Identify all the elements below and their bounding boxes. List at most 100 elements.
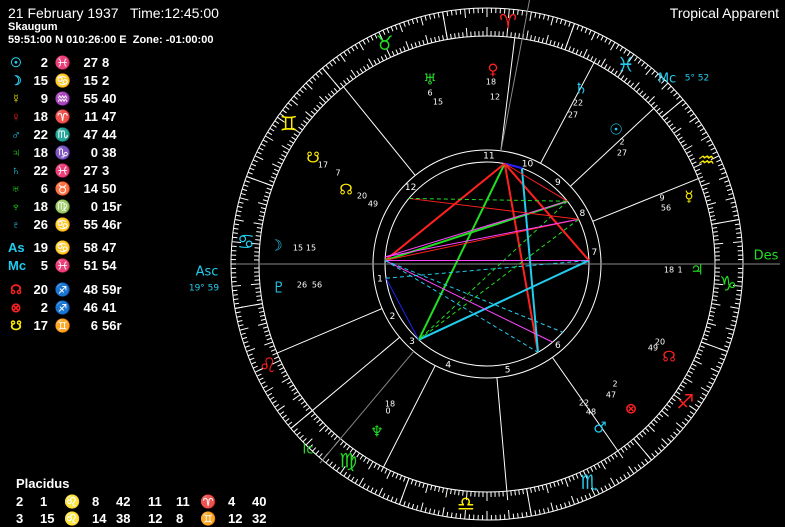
sign-boundary xyxy=(633,438,652,461)
degree-tick xyxy=(264,341,273,346)
degree-tick xyxy=(712,231,718,233)
house-number: 7 xyxy=(592,248,598,258)
degree-tick xyxy=(399,475,403,481)
degree-tick xyxy=(415,505,419,511)
planet-degree: 15 xyxy=(293,244,303,253)
degree-tick xyxy=(553,41,556,47)
degree-tick xyxy=(645,96,650,101)
degree-tick xyxy=(671,126,676,131)
degree-tick xyxy=(231,285,241,287)
degree-tick xyxy=(617,450,624,459)
planet-minute: 22 xyxy=(579,399,589,408)
saturn-icon: ♄ xyxy=(574,80,587,98)
degree-tick xyxy=(541,485,544,491)
degree-tick xyxy=(660,444,666,449)
degree-tick xyxy=(262,139,268,143)
venus-icon: ♀ xyxy=(488,61,499,79)
degree-tick xyxy=(736,289,742,292)
degree-tick xyxy=(236,315,242,318)
degree-tick xyxy=(366,37,370,43)
degree-tick xyxy=(327,430,332,435)
degree-tick xyxy=(721,171,727,175)
sign-boundary xyxy=(442,11,448,40)
degree-tick xyxy=(596,33,600,39)
sign-boundary xyxy=(701,341,728,353)
degree-tick xyxy=(339,82,344,88)
degree-tick xyxy=(272,400,277,404)
house-cusp-line xyxy=(383,365,436,468)
degree-tick xyxy=(526,30,529,40)
house-number: 6 xyxy=(555,341,561,351)
asc-degree: 19° 59 xyxy=(189,284,220,294)
degree-tick xyxy=(368,461,374,470)
degree-tick xyxy=(269,345,275,348)
degree-tick xyxy=(673,92,678,97)
degree-tick xyxy=(701,182,710,187)
degree-tick xyxy=(380,56,384,62)
degree-tick xyxy=(681,102,687,107)
degree-tick xyxy=(343,443,348,448)
degree-tick xyxy=(438,486,441,493)
degree-tick xyxy=(243,184,249,187)
degree-tick xyxy=(247,171,253,175)
degree-tick xyxy=(699,345,705,348)
degree-tick xyxy=(256,295,262,297)
degree-tick xyxy=(366,64,370,69)
degree-tick xyxy=(614,452,618,458)
degree-tick xyxy=(657,447,662,452)
degree-tick xyxy=(386,470,392,480)
degree-tick xyxy=(336,56,340,62)
degree-tick xyxy=(257,322,267,326)
degree-tick xyxy=(697,400,702,404)
degree-tick xyxy=(725,184,731,187)
degree-tick xyxy=(721,353,727,357)
degree-tick xyxy=(736,236,742,239)
degree-tick xyxy=(300,400,306,405)
degree-tick xyxy=(619,46,624,52)
degree-tick xyxy=(282,150,288,154)
degree-tick xyxy=(706,326,712,329)
degree-tick xyxy=(710,307,716,309)
degree-tick xyxy=(434,486,437,492)
degree-tick xyxy=(549,483,552,489)
degree-tick xyxy=(726,188,732,192)
degree-tick xyxy=(255,235,261,237)
degree-tick xyxy=(732,315,738,318)
degree-tick xyxy=(684,105,690,110)
degree-tick xyxy=(564,20,567,26)
degree-tick xyxy=(564,502,567,508)
degree-tick xyxy=(533,35,536,42)
planet-minute: 27 xyxy=(568,111,578,120)
planet-degree: 20 xyxy=(357,192,367,201)
degree-tick xyxy=(658,110,664,115)
degree-tick xyxy=(615,44,620,50)
house-number: 4 xyxy=(445,360,451,370)
planet-degree: 22 xyxy=(573,99,583,108)
zodiac-sign-glyph: ♑ xyxy=(719,272,737,296)
degree-tick xyxy=(271,163,281,169)
planet-minute: 18 xyxy=(385,400,395,409)
degree-tick xyxy=(282,414,287,419)
degree-tick xyxy=(384,468,388,474)
house-number: 2 xyxy=(390,312,396,322)
degree-tick xyxy=(370,35,374,41)
degree-tick xyxy=(262,326,268,329)
degree-tick xyxy=(347,474,351,479)
degree-tick xyxy=(403,476,406,482)
degree-tick xyxy=(287,143,292,147)
degree-tick xyxy=(694,403,700,408)
degree-tick xyxy=(684,418,690,423)
degree-tick xyxy=(327,93,332,98)
degree-tick xyxy=(586,54,590,60)
degree-tick xyxy=(691,363,697,367)
degree-tick xyxy=(265,135,274,141)
degree-tick xyxy=(415,17,419,23)
degree-tick xyxy=(650,422,655,427)
degree-tick xyxy=(514,32,516,38)
degree-tick xyxy=(671,397,676,402)
sign-boundary xyxy=(322,67,341,90)
degree-tick xyxy=(384,54,388,60)
degree-tick xyxy=(246,348,256,353)
sign-boundary xyxy=(290,410,313,429)
degree-tick xyxy=(717,163,723,167)
